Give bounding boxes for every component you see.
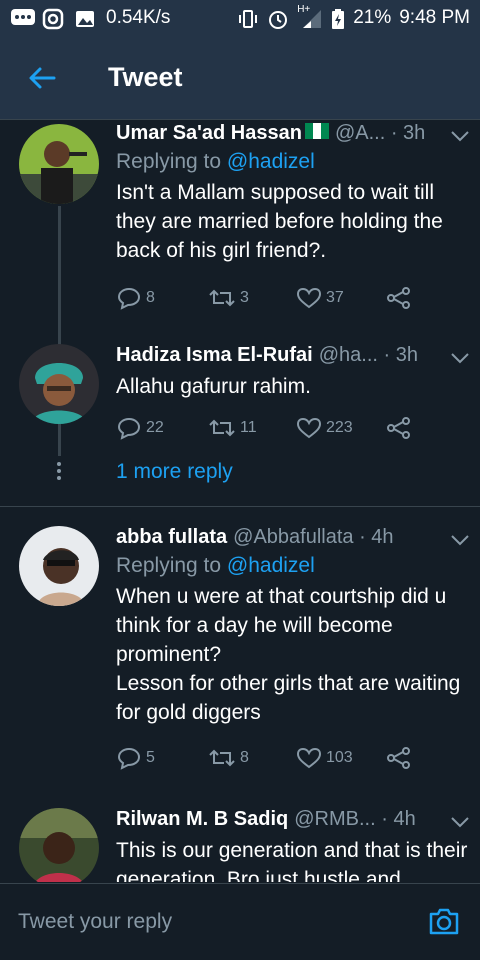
like-count: 103 [326,749,353,766]
heart-icon [296,287,322,309]
reply-count: 8 [146,289,155,306]
user-handle: @RMB... · 4h [294,807,416,830]
avatar[interactable] [19,344,99,424]
tweet-content: Umar Sa'ad Hassan @A... · 3h Replying to… [116,120,470,265]
share-button[interactable] [386,746,412,770]
clock: 9:48 PM [399,7,470,28]
tweet-actions: 8 3 37 [116,286,412,310]
reply-icon [116,746,142,770]
replying-to: Replying to @hadizel [116,150,470,174]
heart-icon [296,747,322,769]
reply-input[interactable] [18,910,398,934]
tweet-text-continued: Lesson for other girls that are waiting … [116,672,461,724]
like-button[interactable]: 37 [296,287,386,309]
share-button[interactable] [386,286,412,310]
user-name[interactable]: Umar Sa'ad Hassan [116,122,302,145]
reply-bar [0,883,480,960]
tweet-actions: 5 8 103 [116,746,412,770]
tweet-content: abba fullata @Abbafullata · 4h Replying … [116,524,470,727]
battery-icon [331,8,345,29]
user-handle: @ha... · 3h [318,343,418,366]
retweet-icon [208,287,236,309]
signal-icon: H+ [297,4,323,28]
tweet-header: abba fullata @Abbafullata · 4h [116,524,470,550]
network-type: H+ [297,4,311,15]
retweet-count: 3 [240,289,249,306]
reply-count: 22 [146,419,164,436]
app-header: Tweet [0,36,480,120]
camera-icon[interactable] [428,906,460,936]
tweet-text: Isn't a Mallam supposed to wait till the… [116,181,443,262]
reply-icon [116,286,142,310]
back-arrow-icon[interactable] [22,58,62,98]
like-button[interactable]: 103 [296,747,386,769]
user-name[interactable]: Hadiza Isma El-Rufai [116,344,313,367]
retweet-icon [208,747,236,769]
like-button[interactable]: 223 [296,417,386,439]
thread-line [58,426,61,456]
alarm-icon [267,8,289,29]
replying-to: Replying to @hadizel [116,554,470,578]
divider [0,506,480,507]
mention-link[interactable]: @hadizel [227,150,315,173]
vibrate-icon [237,8,259,28]
tweet-content: Rilwan M. B Sadiq @RMB... · 4h This is o… [116,806,470,882]
user-handle: @Abbafullata · 4h [233,525,394,548]
retweet-icon [208,417,236,439]
tweet-actions: 22 11 223 [116,416,412,440]
more-replies-link[interactable]: 1 more reply [116,460,233,484]
tweet-header: Umar Sa'ad Hassan @A... · 3h [116,120,470,146]
avatar[interactable] [19,808,99,882]
user-name[interactable]: abba fullata [116,526,227,549]
gallery-icon [74,8,96,28]
like-count: 223 [326,419,353,436]
tweet-header: Rilwan M. B Sadiq @RMB... · 4h [116,806,470,832]
tweet-header: Hadiza Isma El-Rufai @ha... · 3h [116,342,470,368]
like-count: 37 [326,289,344,306]
tweet-content: Hadiza Isma El-Rufai @ha... · 3h Allahu … [116,342,470,401]
chevron-down-icon[interactable] [450,126,470,142]
tweet-text: When u were at that courtship did u thin… [116,585,447,666]
retweet-button[interactable]: 3 [208,287,296,309]
replying-label: Replying to [116,150,227,173]
tweet-text: Allahu gafurur rahim. [116,375,311,398]
reply-feed[interactable]: Umar Sa'ad Hassan @A... · 3h Replying to… [0,120,480,882]
network-speed: 0.54K/s [106,7,171,28]
battery-level: 21% [353,7,392,28]
retweet-button[interactable]: 8 [208,747,296,769]
chevron-down-icon[interactable] [450,812,470,828]
reply-button[interactable]: 8 [116,286,208,310]
heart-icon [296,417,322,439]
retweet-count: 8 [240,749,249,766]
reply-count: 5 [146,749,155,766]
reply-icon [116,416,142,440]
share-icon [386,416,412,440]
page-title: Tweet [108,62,183,92]
tweet-text: This is our generation and that is their… [116,839,468,882]
retweet-count: 11 [240,419,257,436]
share-icon [386,286,412,310]
chevron-down-icon[interactable] [450,530,470,546]
reply-button[interactable]: 5 [116,746,208,770]
status-bar: 0.54K/s H+ 21% 9:48 PM [0,0,480,36]
avatar[interactable] [19,526,99,606]
retweet-button[interactable]: 11 [208,417,296,439]
chevron-down-icon[interactable] [450,348,470,364]
replying-label: Replying to [116,554,227,577]
user-name[interactable]: Rilwan M. B Sadiq [116,808,288,831]
share-button[interactable] [386,416,412,440]
nigeria-flag-icon [304,122,329,145]
instagram-icon [42,8,64,30]
user-handle: @A... · 3h [334,121,426,144]
more-replies-dots-icon [55,462,63,483]
avatar[interactable] [19,124,99,204]
mention-link[interactable]: @hadizel [227,554,315,577]
reply-button[interactable]: 22 [116,416,208,440]
share-icon [386,746,412,770]
message-icon [10,8,35,28]
